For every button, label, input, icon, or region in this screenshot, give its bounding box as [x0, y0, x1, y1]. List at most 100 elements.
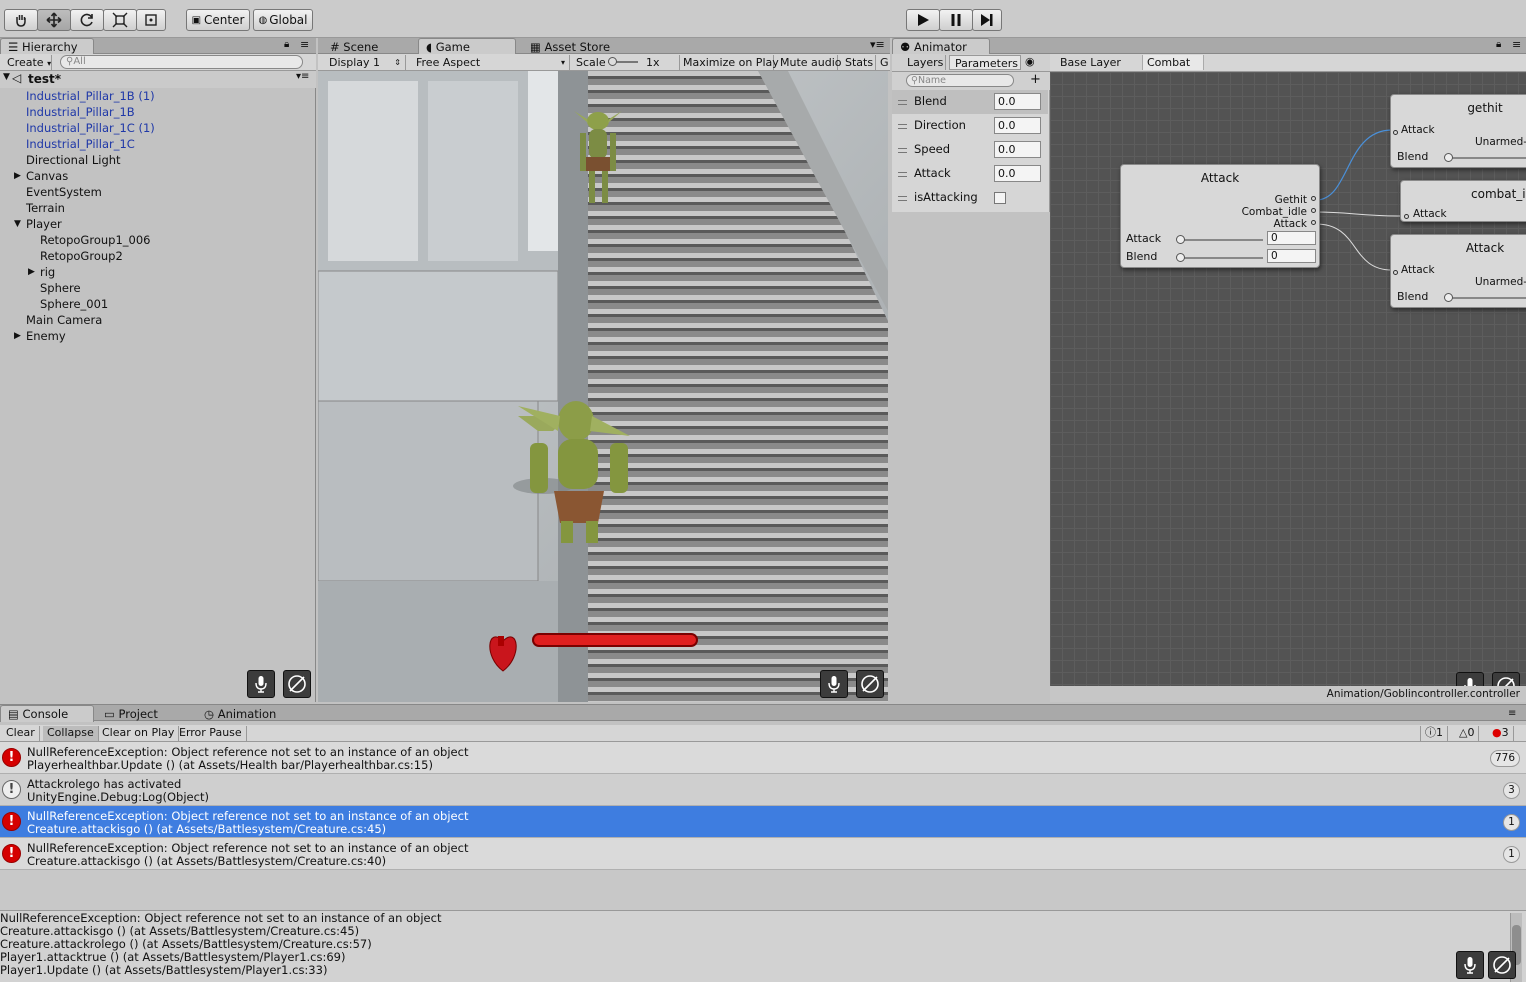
- scene-menu-icon[interactable]: ▾≡: [296, 71, 309, 82]
- expand-arrow-icon[interactable]: ▼: [3, 72, 10, 82]
- speaker-off-button[interactable]: [283, 670, 311, 698]
- parameter-value-input[interactable]: 0.0: [994, 165, 1041, 182]
- hierarchy-item[interactable]: Industrial_Pillar_1B: [26, 104, 135, 120]
- gethit-state-node[interactable]: gethit Attack Unarmed- Blend: [1390, 94, 1526, 168]
- hand-tool-button[interactable]: [4, 9, 38, 31]
- speaker-off-button[interactable]: [856, 670, 884, 698]
- log-entry-selected[interactable]: ! NullReferenceException: Object referen…: [0, 806, 1526, 838]
- hierarchy-item[interactable]: RetopoGroup1_006: [40, 232, 150, 248]
- hierarchy-item[interactable]: Industrial_Pillar_1B (1): [26, 88, 155, 104]
- hierarchy-item[interactable]: EventSystem: [26, 184, 102, 200]
- gizmos-dropdown[interactable]: G: [880, 55, 889, 70]
- node-param-value[interactable]: 0: [1267, 249, 1316, 263]
- breadcrumb-combat[interactable]: Combat: [1142, 55, 1204, 70]
- parameter-value-input[interactable]: 0.0: [994, 141, 1041, 158]
- isattacking-checkbox[interactable]: [994, 192, 1006, 204]
- drag-handle-icon[interactable]: [898, 148, 907, 153]
- hierarchy-item[interactable]: Terrain: [26, 200, 65, 216]
- attack-right-state-node[interactable]: Attack Attack Unarmed- Blend: [1390, 234, 1526, 308]
- game-viewport[interactable]: [318, 71, 888, 702]
- mute-audio-toggle[interactable]: Mute audio: [780, 55, 842, 70]
- parameter-value-input[interactable]: 0.0: [994, 93, 1041, 110]
- panel-menu-icon[interactable]: ▾≡: [870, 38, 885, 51]
- move-tool-button[interactable]: [37, 9, 71, 31]
- panel-menu-icon[interactable]: ≡: [1508, 708, 1516, 719]
- parameter-value-input[interactable]: 0.0: [994, 117, 1041, 134]
- panel-menu-icon[interactable]: ≡: [1512, 38, 1521, 51]
- node-param-value[interactable]: 0: [1267, 231, 1316, 245]
- create-dropdown[interactable]: Create ▾: [2, 55, 52, 70]
- slider-thumb[interactable]: [1176, 253, 1185, 262]
- tab-layers[interactable]: Layers: [894, 55, 946, 70]
- display-dropdown[interactable]: Display 1 ⇕: [322, 55, 406, 70]
- drag-handle-icon[interactable]: [898, 172, 907, 177]
- expand-arrow-icon[interactable]: ▶: [14, 168, 21, 184]
- stats-toggle[interactable]: Stats: [845, 55, 876, 70]
- input-port[interactable]: [1393, 270, 1398, 275]
- pause-button[interactable]: [939, 9, 973, 31]
- tab-animator[interactable]: ⚉ Animator: [892, 38, 990, 55]
- slider-track[interactable]: [1179, 239, 1263, 241]
- rect-tool-button[interactable]: [136, 9, 166, 31]
- output-port[interactable]: [1311, 220, 1316, 225]
- speaker-off-button[interactable]: [1492, 672, 1520, 686]
- input-port[interactable]: [1393, 130, 1398, 135]
- log-entry[interactable]: ! NullReferenceException: Object referen…: [0, 742, 1526, 774]
- drag-handle-icon[interactable]: [898, 196, 907, 201]
- error-filter-toggle[interactable]: ●3: [1488, 726, 1514, 741]
- scene-header[interactable]: ▼ ◁ test* ▾≡: [0, 71, 316, 88]
- breadcrumb-base-layer[interactable]: Base Layer: [1054, 55, 1142, 70]
- rotate-tool-button[interactable]: [70, 9, 104, 31]
- maximize-on-play-toggle[interactable]: Maximize on Play: [683, 55, 779, 70]
- slider-thumb[interactable]: [1444, 293, 1453, 302]
- hierarchy-item[interactable]: Industrial_Pillar_1C (1): [26, 120, 155, 136]
- pivot-global-button[interactable]: ◍ Global: [253, 9, 313, 31]
- step-button[interactable]: [972, 9, 1002, 31]
- tab-parameters[interactable]: Parameters: [949, 55, 1021, 70]
- microphone-button[interactable]: [1456, 951, 1484, 979]
- parameter-search-input[interactable]: ⚲Name: [906, 74, 1014, 87]
- drag-handle-icon[interactable]: [898, 124, 907, 129]
- tab-scene[interactable]: # Scene: [322, 38, 418, 55]
- pivot-center-button[interactable]: ▣ Center: [186, 9, 250, 31]
- parameter-row[interactable]: Attack 0.0: [892, 162, 1048, 186]
- tab-console[interactable]: ▤ Console: [0, 705, 94, 722]
- parameter-row[interactable]: Blend 0.0: [892, 90, 1048, 114]
- microphone-button[interactable]: [820, 670, 848, 698]
- tab-asset-store[interactable]: ▦ Asset Store: [522, 38, 632, 55]
- slider-track[interactable]: [1447, 157, 1526, 159]
- lock-icon[interactable]: 🔒︎: [1496, 39, 1501, 50]
- slider-thumb[interactable]: [1444, 153, 1453, 162]
- output-port[interactable]: [1311, 196, 1316, 201]
- lock-icon[interactable]: 🔒︎: [284, 39, 289, 50]
- hierarchy-item[interactable]: rig: [40, 264, 55, 280]
- slider-track[interactable]: [1447, 297, 1526, 299]
- microphone-button[interactable]: [1456, 672, 1484, 686]
- hierarchy-item[interactable]: Industrial_Pillar_1C: [26, 136, 135, 152]
- scale-slider-thumb[interactable]: [608, 57, 617, 66]
- state-machine-graph[interactable]: Attack Gethit Combat_idle Attack Attack …: [1050, 72, 1526, 686]
- speaker-off-button[interactable]: [1488, 951, 1516, 979]
- hierarchy-item[interactable]: Directional Light: [26, 152, 121, 168]
- aspect-dropdown[interactable]: Free Aspect ▾: [410, 55, 570, 70]
- clear-button[interactable]: Clear: [2, 726, 40, 741]
- parameter-row[interactable]: isAttacking: [892, 186, 1048, 210]
- info-filter-toggle[interactable]: ⓘ1: [1420, 726, 1448, 741]
- tab-animation[interactable]: ◷ Animation: [196, 705, 306, 722]
- clear-on-play-toggle[interactable]: Clear on Play: [98, 726, 180, 741]
- error-pause-toggle[interactable]: Error Pause: [175, 726, 247, 741]
- eye-icon[interactable]: ◉: [1025, 55, 1035, 68]
- output-port[interactable]: [1311, 208, 1316, 213]
- hierarchy-search-input[interactable]: ⚲All: [60, 55, 303, 69]
- log-entry[interactable]: ! NullReferenceException: Object referen…: [0, 838, 1526, 870]
- panel-menu-icon[interactable]: ≡: [300, 38, 309, 51]
- slider-track[interactable]: [1179, 257, 1263, 259]
- tab-game[interactable]: ◖ Game: [418, 38, 516, 55]
- combat-idle-state-node[interactable]: combat_id Attack: [1400, 180, 1526, 222]
- hierarchy-item[interactable]: Enemy: [26, 328, 66, 344]
- collapse-arrow-icon[interactable]: ▼: [14, 216, 21, 232]
- hierarchy-item[interactable]: Main Camera: [26, 312, 102, 328]
- hierarchy-item[interactable]: Sphere_001: [40, 296, 108, 312]
- log-entry[interactable]: ! Attackrolego has activated UnityEngine…: [0, 774, 1526, 806]
- input-port[interactable]: [1404, 214, 1409, 219]
